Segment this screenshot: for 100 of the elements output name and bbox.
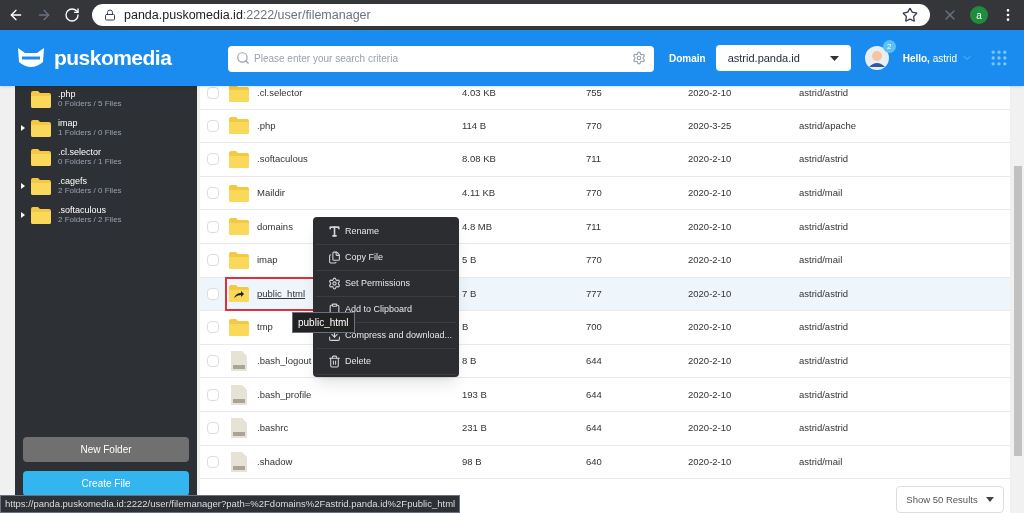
- reload-icon[interactable]: [64, 7, 80, 23]
- row-checkbox[interactable]: [207, 254, 219, 267]
- owner-cell: astrid/astrid: [799, 421, 849, 436]
- file-name[interactable]: .bashrc: [257, 421, 289, 436]
- date-cell-text: 2020-2-10: [688, 353, 733, 368]
- tree-item[interactable]: imap 1 Folders / 0 Files: [58, 118, 122, 138]
- owner-cell-text: astrid/mail: [799, 185, 843, 200]
- file-name[interactable]: .bash_profile: [257, 387, 312, 402]
- back-icon[interactable]: [8, 7, 24, 23]
- file-name[interactable]: public_html: [257, 286, 306, 301]
- permissions-cell-text: 711: [586, 219, 603, 234]
- folder-icon: [31, 148, 51, 166]
- address-bar[interactable]: panda.puskomedia.id:2222/user/filemanager: [92, 4, 930, 26]
- date-cell-text: 2020-2-10: [688, 454, 733, 469]
- profile-avatar[interactable]: a: [970, 6, 988, 24]
- folder-icon: [31, 206, 51, 224]
- row-checkbox[interactable]: [207, 187, 219, 200]
- context-menu-item[interactable]: Delete: [316, 349, 456, 375]
- row-checkbox[interactable]: [207, 388, 219, 401]
- user-avatar-icon[interactable]: [864, 46, 889, 70]
- row-checkbox[interactable]: [207, 355, 219, 368]
- date-cell-text: 2020-2-10: [688, 86, 733, 101]
- row-checkbox[interactable]: [207, 321, 219, 334]
- file-name[interactable]: .cl.selector: [257, 86, 303, 101]
- size-cell-text: 8 B: [462, 353, 478, 368]
- row-checkbox[interactable]: [207, 455, 219, 468]
- notification-badge: 2: [882, 40, 896, 53]
- folder-icon: [229, 184, 249, 202]
- file-name[interactable]: .php: [257, 118, 276, 133]
- row-checkbox[interactable]: [207, 220, 219, 233]
- status-bar: https://panda.puskomedia.id:2222/user/filemanager?path=%2Fdomains%2Fastrid.panda.id%2Fpublic_html: [0, 494, 461, 513]
- context-menu-item[interactable]: Set Permissions: [316, 271, 456, 297]
- folder-icon: [31, 90, 51, 108]
- size-cell-text: 8.08 KB: [462, 152, 497, 167]
- permissions-cell-text: 777: [586, 286, 603, 301]
- row-checkbox[interactable]: [207, 119, 219, 132]
- file-icon: [231, 351, 247, 372]
- size-cell-text: 193 B: [462, 387, 488, 402]
- caret-icon: [985, 497, 994, 503]
- file-name[interactable]: .bash_logout: [257, 353, 312, 369]
- greeting-text: Hello, astrid: [902, 51, 958, 66]
- permissions-cell-text: 770: [586, 253, 603, 268]
- permissions-cell-text: 644: [586, 353, 603, 368]
- settings-icon[interactable]: [632, 51, 646, 65]
- owner-cell: astrid/astrid: [799, 320, 849, 335]
- expand-arrow-icon[interactable]: [21, 212, 25, 218]
- row-checkbox[interactable]: [207, 422, 219, 435]
- row-checkbox[interactable]: [207, 287, 219, 300]
- folder-icon: [229, 117, 249, 135]
- search-icon: [236, 51, 250, 65]
- permissions-cell-text: 770: [586, 185, 603, 200]
- brand-logo-text: puskomedia: [54, 45, 172, 72]
- context-menu-item[interactable]: Copy File: [316, 245, 456, 271]
- date-cell-text: 2020-2-10: [688, 286, 733, 301]
- forward-icon[interactable]: [36, 7, 52, 23]
- file-name[interactable]: domains: [257, 219, 293, 234]
- date-cell-text: 2020-2-10: [688, 320, 733, 335]
- permissions-cell-text: 640: [586, 454, 603, 469]
- context-menu-item[interactable]: Rename: [316, 219, 456, 245]
- folder-icon: [31, 177, 51, 195]
- row-checkbox[interactable]: [207, 87, 219, 100]
- new-folder-button[interactable]: New Folder: [23, 437, 189, 462]
- search-field[interactable]: Please enter your search criteria: [228, 45, 654, 72]
- date-cell-text: 2020-3-25: [688, 118, 733, 133]
- tree-item[interactable]: .cagefs 2 Folders / 0 Files: [58, 176, 122, 196]
- file-name[interactable]: imap: [257, 253, 278, 268]
- tree-item[interactable]: .cl.selector 0 Folders / 1 Files: [58, 147, 122, 167]
- date-cell-text: 2020-2-10: [688, 421, 733, 436]
- folder-link-icon: [229, 285, 249, 303]
- settings-icon: [328, 277, 341, 290]
- tree-item[interactable]: .php 0 Folders / 5 Files: [58, 89, 122, 109]
- file-name[interactable]: Maildir: [257, 185, 285, 201]
- file-name[interactable]: .shadow: [257, 454, 293, 469]
- folder-icon: [229, 218, 249, 236]
- table-row[interactable]: .cl.selector 4.03 KB 755 2020-2-10 astrid/astrid: [200, 86, 1010, 110]
- size-cell-text: 4.8 MB: [462, 219, 494, 234]
- owner-cell: astrid/mail: [799, 253, 843, 268]
- file-icon: [231, 451, 247, 472]
- copy-icon: [328, 251, 341, 264]
- date-cell-text: 2020-2-10: [688, 253, 733, 268]
- folder-icon: [229, 251, 249, 269]
- permissions-cell-text: 644: [586, 387, 603, 402]
- permissions-cell-text: 644: [586, 421, 603, 436]
- expand-arrow-icon[interactable]: [21, 183, 25, 189]
- file-name[interactable]: tmp: [257, 320, 273, 335]
- date-cell-text: 2020-2-10: [688, 387, 733, 402]
- size-cell-text: 5 B: [462, 253, 478, 268]
- permissions-cell-text: 711: [586, 152, 603, 167]
- tree-item[interactable]: .softaculous 2 Folders / 2 Files: [58, 205, 122, 225]
- domain-select[interactable]: astrid.panda.id: [715, 45, 851, 71]
- file-icon: [231, 418, 247, 439]
- trash-icon: [328, 355, 341, 368]
- folder-icon: [229, 151, 249, 168]
- expand-arrow-icon[interactable]: [21, 125, 25, 131]
- row-checkbox[interactable]: [207, 153, 219, 166]
- file-name[interactable]: .softaculous: [257, 152, 308, 167]
- file-icon: [231, 384, 247, 405]
- page-size-select[interactable]: Show 50 Results: [896, 486, 1004, 513]
- tooltip: public_html: [292, 312, 355, 333]
- bookmark-star-icon[interactable]: [902, 7, 918, 23]
